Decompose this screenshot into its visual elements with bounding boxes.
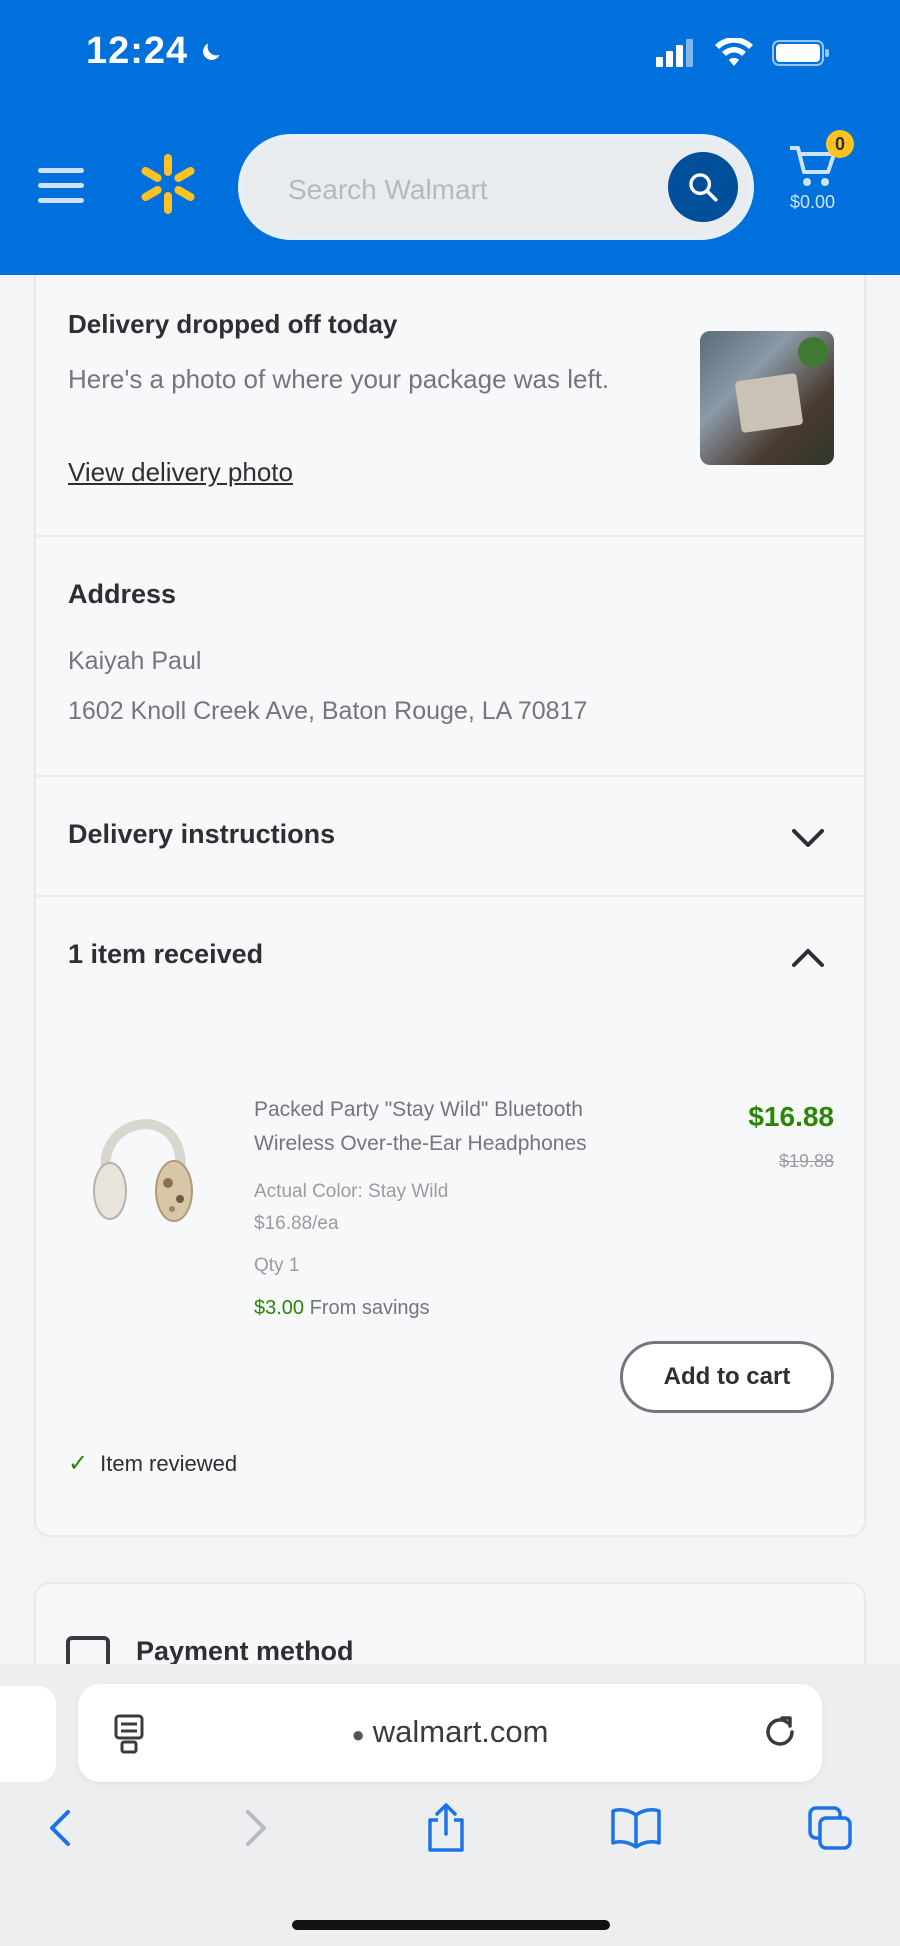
view-delivery-photo-link[interactable]: View delivery photo [68,457,293,488]
share-button[interactable] [416,1798,476,1858]
address-title: Address [68,579,177,609]
search-input[interactable]: Search Walmart [238,134,754,240]
product-qty: Qty 1 [254,1255,300,1276]
chevron-right-icon [246,1810,266,1846]
delivery-photo-section: Delivery dropped off today Here's a phot… [36,275,864,537]
address-name: Kaiyah Paul [68,647,202,675]
clock-text: 12:24 [86,30,189,72]
battery-icon [772,40,829,66]
headphones-product-image[interactable] [88,1093,198,1243]
home-indicator[interactable] [292,1920,610,1930]
items-received-title[interactable]: 1 item received [68,939,263,970]
item-reviewed-status: ✓ Item reviewed [68,1449,237,1478]
forward-button[interactable] [226,1798,286,1858]
tabs-button[interactable] [800,1798,860,1858]
tabs-icon [808,1806,852,1850]
status-time: 12:24 [86,30,224,73]
product-name[interactable]: Packed Party "Stay Wild" Bluetooth Wirel… [254,1093,654,1161]
reload-icon[interactable] [760,1712,800,1754]
status-icons [656,38,830,68]
url-text: walmart.com [372,1714,549,1749]
bookmarks-button[interactable] [606,1798,666,1858]
delivery-description: Here's a photo of where your package was… [68,364,610,394]
book-icon [611,1808,661,1849]
cart-count-badge: 0 [826,130,854,158]
browser-toolbar: ● walmart.com [0,1664,900,1946]
chevron-up-icon[interactable] [790,945,826,969]
cart-button[interactable]: 0 $0.00 [788,130,858,220]
address-bar[interactable]: ● walmart.com [78,1684,822,1782]
product-color: Actual Color: Stay Wild [254,1181,449,1202]
signal-icon [656,39,693,67]
product-was-price: $19.88 [778,1151,834,1171]
chevron-left-icon [50,1810,70,1846]
previous-tab-peek[interactable] [0,1686,56,1782]
status-bar: 12:24 [0,0,900,110]
savings-line: $3.00 From savings [254,1297,430,1320]
search-icon [689,173,718,202]
savings-label: From savings [309,1297,430,1319]
delivery-instructions-title[interactable]: Delivery instructions [68,819,335,850]
product-price: $16.88 [748,1101,834,1132]
lock-icon: ● [351,1722,365,1747]
back-button[interactable] [30,1798,90,1858]
walmart-spark-logo[interactable] [136,152,200,216]
savings-amount: $3.00 [254,1297,305,1319]
chevron-down-icon[interactable] [790,827,826,851]
url-display[interactable]: ● walmart.com [78,1714,822,1750]
order-details-card: Delivery dropped off today Here's a phot… [34,275,866,1537]
search-button[interactable] [668,152,738,222]
payment-method-title: Payment method [136,1636,354,1666]
address-line: 1602 Knoll Creek Ave, Baton Rouge, LA 70… [68,697,588,725]
share-icon [428,1803,464,1852]
moon-icon [203,42,220,60]
search-placeholder: Search Walmart [288,174,488,205]
checkmark-icon: ✓ [68,1450,89,1477]
app-header: 12:24 Search Walmart 0 $0.00 [0,0,900,275]
add-to-cart-button[interactable]: Add to cart [620,1341,834,1413]
cart-total: $0.00 [790,192,836,212]
item-reviewed-text: Item reviewed [100,1450,238,1476]
wifi-icon [715,38,753,66]
delivery-photo-thumbnail[interactable] [700,331,834,465]
delivery-title: Delivery dropped off today [68,309,398,339]
product-unit-price: $16.88/ea [254,1213,339,1234]
hamburger-menu-icon[interactable] [38,168,84,208]
